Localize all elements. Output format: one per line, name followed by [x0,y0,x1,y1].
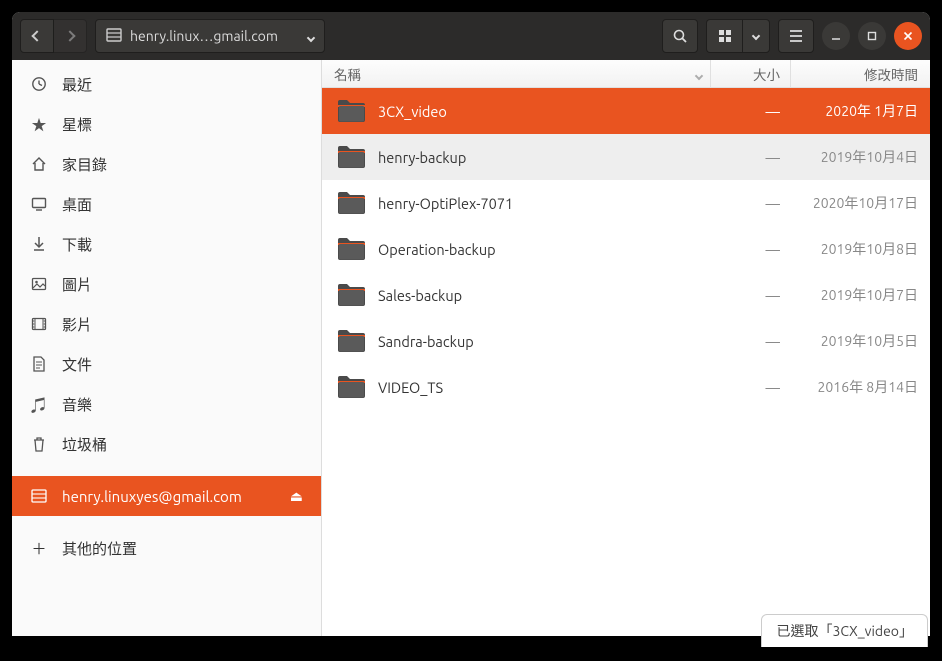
music-icon: ♫ [30,392,48,416]
sort-indicator-icon [696,66,702,82]
star-icon: ★ [30,114,48,135]
drive-icon [106,28,122,45]
file-date: 2019年10月4日 [790,147,930,167]
file-size: — [710,241,790,258]
sidebar-item-picture[interactable]: 圖片 [12,264,321,304]
sidebar-item-star[interactable]: ★ 星標 [12,104,321,144]
menu-button[interactable] [778,19,814,53]
file-row[interactable]: Sandra-backup — 2019年10月5日 [322,318,930,364]
document-icon [30,356,48,372]
path-bar[interactable]: henry.linux…gmail.com [95,19,325,53]
path-label: henry.linux…gmail.com [130,28,278,44]
sidebar-item-label: 垃圾桶 [62,434,107,455]
sidebar-item-label: 下載 [62,234,92,255]
file-row[interactable]: 3CX_video — 2020年 1月7日 [322,88,930,134]
search-button[interactable] [662,19,698,53]
view-options-dropdown[interactable] [742,19,770,53]
column-header-name[interactable]: 名稱 [322,64,710,84]
selection-status: 已選取「3CX_video」 [761,614,928,647]
sidebar-item-label: henry.linuxyes@gmail.com [62,488,242,505]
sidebar-item-video[interactable]: 影片 [12,304,321,344]
folder-icon [336,190,366,216]
sidebar-item-label: 音樂 [62,394,92,415]
home-icon [30,156,48,172]
video-icon [30,317,48,331]
file-date: 2020年10月17日 [790,193,930,213]
sidebar-mounted-drive[interactable]: henry.linuxyes@gmail.com ⏏ [12,476,321,516]
sidebar-item-home[interactable]: 家目錄 [12,144,321,184]
file-date: 2020年 1月7日 [790,101,930,121]
file-name: Sales-backup [378,287,710,304]
chevron-down-icon [308,28,314,44]
sidebar-item-label: 其他的位置 [62,538,137,559]
folder-icon [336,374,366,400]
file-row[interactable]: henry-OptiPlex-7071 — 2020年10月17日 [322,180,930,226]
sidebar-item-clock[interactable]: 最近 [12,64,321,104]
sidebar-item-download[interactable]: 下載 [12,224,321,264]
file-name: Sandra-backup [378,333,710,350]
sidebar-item-trash[interactable]: 垃圾桶 [12,424,321,464]
sidebar-item-label: 影片 [62,314,92,335]
folder-icon [336,144,366,170]
maximize-button[interactable] [858,22,886,50]
file-size: — [710,103,790,120]
file-size: — [710,149,790,166]
drive-icon [30,489,48,503]
file-row[interactable]: Operation-backup — 2019年10月8日 [322,226,930,272]
sidebar-item-music[interactable]: ♫ 音樂 [12,384,321,424]
forward-button[interactable] [53,19,87,53]
file-date: 2016年 8月14日 [790,377,930,397]
column-headers: 名稱 大小 修改時間 [322,60,930,88]
back-button[interactable] [20,19,54,53]
file-date: 2019年10月7日 [790,285,930,305]
file-rows: 3CX_video — 2020年 1月7日 henry-backup — 20… [322,88,930,636]
trash-icon [30,436,48,452]
column-header-size[interactable]: 大小 [710,60,790,87]
sidebar-item-label: 桌面 [62,194,92,215]
sidebar-item-label: 家目錄 [62,154,107,175]
sidebar-item-desktop[interactable]: 桌面 [12,184,321,224]
file-manager-window: henry.linux…gmail.com 最近 ★ 星標家目錄桌面下載圖片影片文件… [12,12,930,636]
folder-icon [336,236,366,262]
eject-icon[interactable]: ⏏ [290,488,303,505]
desktop-icon [30,197,48,211]
file-date: 2019年10月8日 [790,239,930,259]
file-name: Operation-backup [378,241,710,258]
file-row[interactable]: henry-backup — 2019年10月4日 [322,134,930,180]
file-name: 3CX_video [378,103,710,120]
file-list-area: 名稱 大小 修改時間 3CX_video — 2020年 1月7日 henry-… [322,60,930,636]
sidebar-item-document[interactable]: 文件 [12,344,321,384]
folder-icon [336,282,366,308]
close-button[interactable] [894,22,922,50]
file-name: henry-backup [378,149,710,166]
status-bar: 已選取「3CX_video」 [761,614,928,647]
sidebar-other-locations[interactable]: ＋ 其他的位置 [12,528,321,568]
picture-icon [30,277,48,291]
folder-icon [336,328,366,354]
view-grid-button[interactable] [706,19,742,53]
folder-icon [336,98,366,124]
file-size: — [710,287,790,304]
file-size: — [710,195,790,212]
file-row[interactable]: Sales-backup — 2019年10月7日 [322,272,930,318]
sidebar-item-label: 文件 [62,354,92,375]
download-icon [30,236,48,252]
sidebar: 最近 ★ 星標家目錄桌面下載圖片影片文件 ♫ 音樂垃圾桶 henry.linuxyes@… [12,60,322,636]
clock-icon [30,76,48,92]
file-size: — [710,379,790,396]
sidebar-item-label: 最近 [62,74,92,95]
plus-icon: ＋ [30,538,48,559]
file-date: 2019年10月5日 [790,331,930,351]
titlebar: henry.linux…gmail.com [12,12,930,60]
file-name: henry-OptiPlex-7071 [378,195,710,212]
column-header-date[interactable]: 修改時間 [790,60,930,87]
file-row[interactable]: VIDEO_TS — 2016年 8月14日 [322,364,930,410]
sidebar-item-label: 圖片 [62,274,92,295]
file-name: VIDEO_TS [378,379,710,396]
minimize-button[interactable] [822,22,850,50]
sidebar-item-label: 星標 [62,114,92,135]
file-size: — [710,333,790,350]
